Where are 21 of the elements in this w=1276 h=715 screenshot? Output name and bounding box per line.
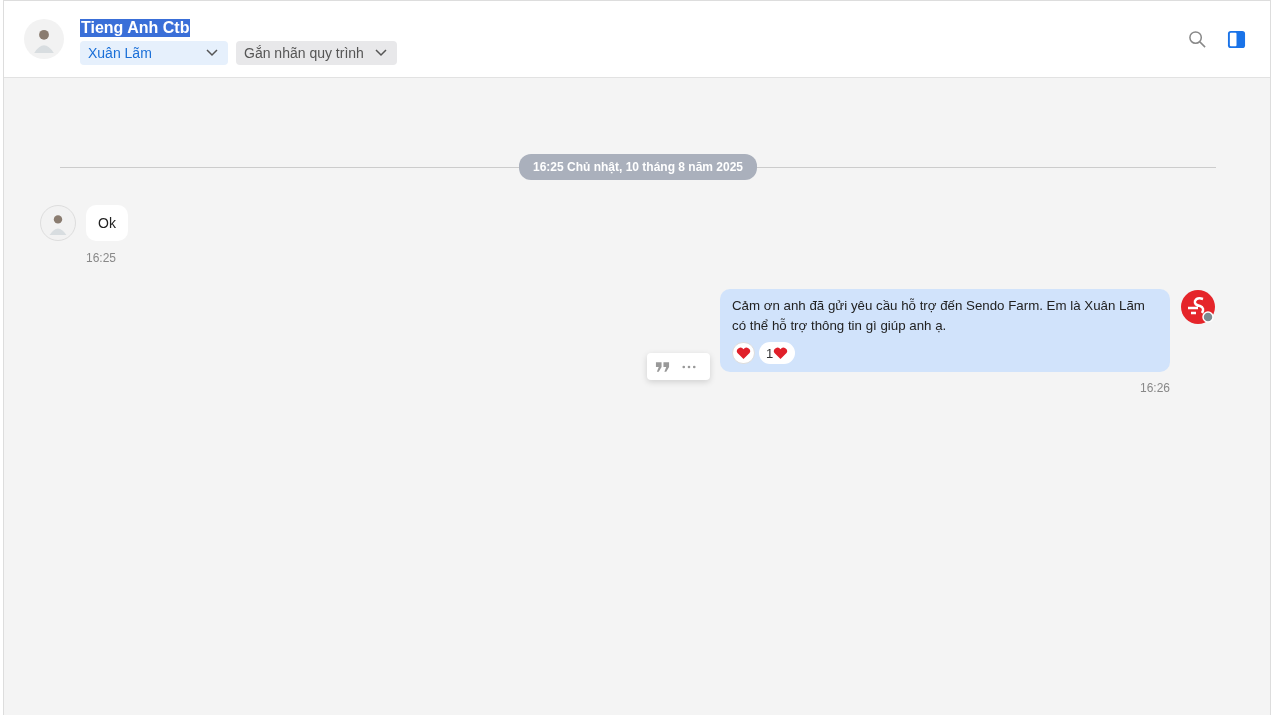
react-button[interactable]	[732, 342, 755, 364]
quote-icon[interactable]	[655, 361, 670, 373]
message-bubble: Ok	[86, 205, 128, 241]
contact-avatar	[24, 19, 64, 59]
chevron-down-icon	[375, 49, 387, 57]
search-icon[interactable]	[1188, 29, 1207, 49]
message-text: Cảm ơn anh đã gửi yêu cầu hỗ trợ đến Sendo Farm. Em là Xuân Lãm có thể hỗ trợ thông tin gì giúp anh ạ.	[732, 297, 1146, 335]
label-dropdown[interactable]: Gắn nhãn quy trình	[236, 41, 397, 65]
contact-avatar	[40, 205, 76, 241]
contact-name: Tieng Anh Ctb	[80, 19, 191, 37]
message-time: 16:26	[1139, 381, 1170, 395]
shop-avatar	[1180, 289, 1216, 325]
heart-icon	[773, 346, 789, 360]
assignee-dropdown[interactable]: Xuân Lãm	[80, 41, 228, 65]
message-time: 16:25	[86, 251, 117, 265]
chevron-down-icon	[206, 49, 218, 57]
more-icon[interactable]	[682, 365, 696, 369]
panel-toggle-icon[interactable]	[1227, 29, 1246, 49]
heart-icon	[736, 346, 751, 360]
date-divider: 16:25 Chủ nhật, 10 tháng 8 năm 2025	[518, 154, 758, 180]
reaction-count[interactable]: 1	[759, 342, 796, 364]
